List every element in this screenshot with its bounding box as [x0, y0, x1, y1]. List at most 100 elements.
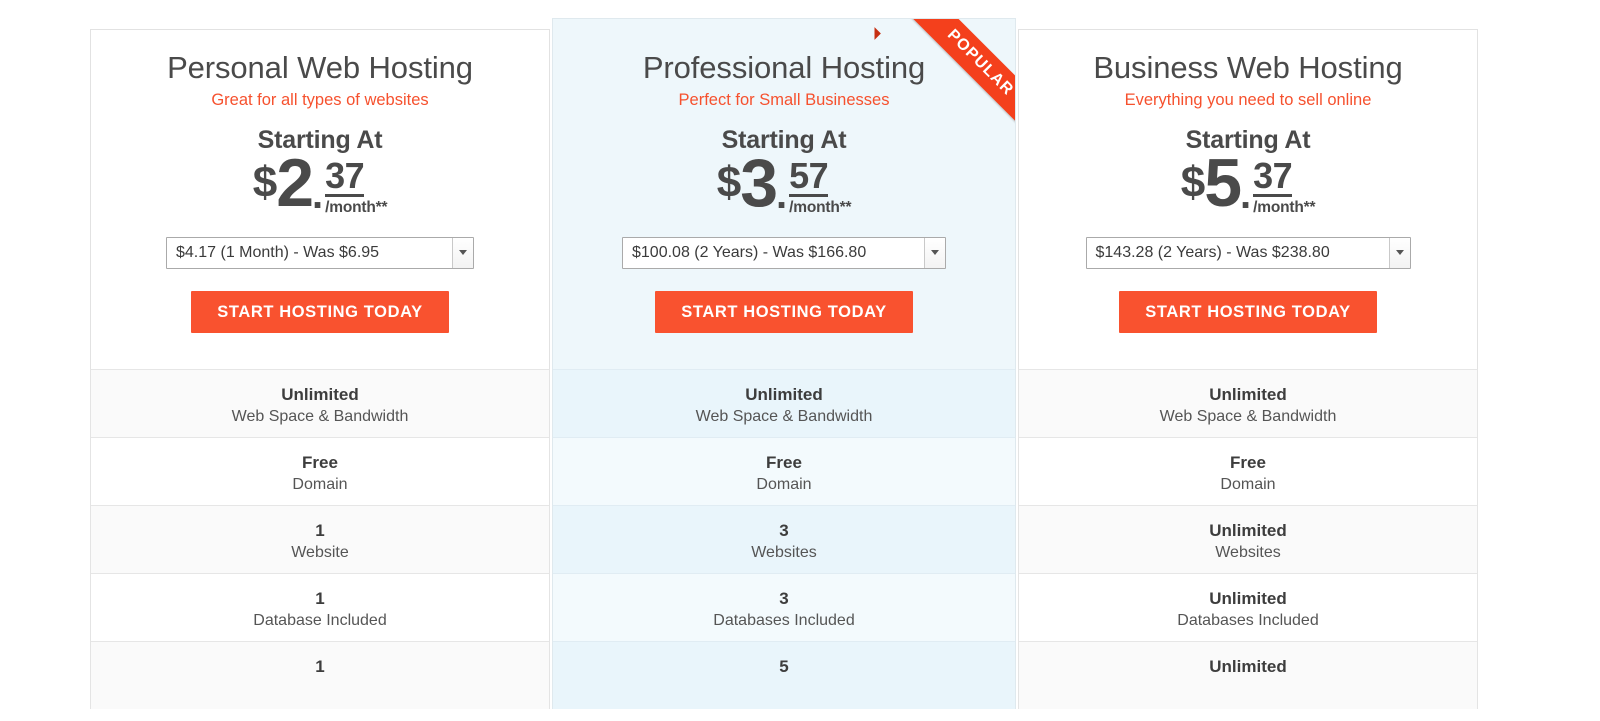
plan-title: Business Web Hosting: [1093, 50, 1403, 85]
pricing-table: Personal Web Hosting Great for all types…: [90, 18, 1478, 709]
feature-list-business: Unlimited Web Space & Bandwidth Free Dom…: [1018, 368, 1478, 709]
price-period: /month**: [1253, 198, 1316, 216]
feature-row: 3 Websites: [553, 504, 1015, 573]
start-hosting-button-professional[interactable]: START HOSTING TODAY: [655, 290, 913, 333]
price-decimal-point: .: [312, 172, 324, 217]
feature-row: Unlimited Web Space & Bandwidth: [553, 368, 1015, 437]
feature-value: Unlimited: [1209, 384, 1287, 404]
plan-header-professional: POPULAR Professional Hosting Perfect for…: [552, 18, 1016, 369]
feature-row: 1 Database Included: [91, 572, 549, 641]
feature-label: Web Space & Bandwidth: [1159, 408, 1337, 426]
feature-value: Free: [1230, 452, 1266, 472]
price-display: $ 5 . 37 /month**: [1180, 144, 1316, 221]
feature-row: Unlimited Websites: [1019, 504, 1477, 573]
feature-row: Free Domain: [91, 436, 549, 505]
cta-wrapper: START HOSTING TODAY: [1035, 290, 1461, 333]
plan-card-business: Business Web Hosting Everything you need…: [1018, 29, 1478, 709]
term-select-value: $143.28 (2 Years) - Was $238.80: [1095, 243, 1330, 261]
chevron-down-icon[interactable]: [452, 237, 473, 268]
feature-value: 3: [779, 588, 789, 608]
cta-wrapper: START HOSTING TODAY: [569, 290, 999, 333]
feature-value: 1: [315, 520, 325, 540]
feature-label: Database Included: [253, 612, 387, 630]
plan-title: Personal Web Hosting: [167, 50, 473, 85]
start-hosting-button-personal[interactable]: START HOSTING TODAY: [191, 290, 449, 333]
feature-label: Databases Included: [1177, 612, 1319, 630]
price-cents-group: 37 /month**: [1253, 154, 1316, 216]
feature-label: Web Space & Bandwidth: [231, 408, 409, 426]
price-cents: 57: [789, 154, 829, 197]
price-dollars: 5: [1204, 144, 1242, 221]
price-currency: $: [716, 157, 742, 207]
starting-at-label: Starting At: [1185, 125, 1311, 154]
price-cents: 37: [325, 154, 365, 197]
feature-value: Free: [302, 452, 338, 472]
price-decimal-point: .: [776, 172, 788, 217]
term-select-personal[interactable]: $4.17 (1 Month) - Was $6.95: [166, 236, 474, 269]
price-period: /month**: [325, 198, 388, 216]
price-dollars: 3: [740, 144, 778, 221]
feature-label: Domain: [756, 476, 812, 494]
feature-value: Unlimited: [1209, 520, 1287, 540]
price-display: $ 3 . 57 /month**: [716, 144, 852, 221]
price-period: /month**: [789, 198, 852, 216]
plan-title: Professional Hosting: [642, 50, 926, 85]
term-select-business[interactable]: $143.28 (2 Years) - Was $238.80: [1085, 236, 1411, 269]
feature-value: Unlimited: [1209, 656, 1287, 676]
feature-row: Unlimited: [1019, 640, 1477, 709]
price-dollars: 2: [276, 144, 314, 221]
price-decimal-point: .: [1240, 172, 1252, 217]
feature-row: Unlimited Web Space & Bandwidth: [91, 368, 549, 437]
plan-header-personal: Personal Web Hosting Great for all types…: [90, 29, 550, 369]
feature-row: 3 Databases Included: [553, 572, 1015, 641]
feature-row: Free Domain: [1019, 436, 1477, 505]
pricing-page: Personal Web Hosting Great for all types…: [0, 0, 1600, 721]
starting-at-label: Starting At: [257, 125, 383, 154]
term-select-value: $4.17 (1 Month) - Was $6.95: [176, 243, 380, 261]
feature-value: Unlimited: [281, 384, 359, 404]
feature-value: Free: [766, 452, 802, 472]
feature-label: Domain: [1220, 476, 1276, 494]
feature-list-personal: Unlimited Web Space & Bandwidth Free Dom…: [90, 368, 550, 709]
feature-list-professional: Unlimited Web Space & Bandwidth Free Dom…: [552, 368, 1016, 709]
feature-row: Unlimited Databases Included: [1019, 572, 1477, 641]
price-currency: $: [1180, 157, 1206, 207]
feature-label: Web Space & Bandwidth: [695, 408, 873, 426]
ribbon-notch: [868, 27, 881, 40]
term-select-wrapper: $4.17 (1 Month) - Was $6.95: [107, 236, 533, 269]
feature-value: 5: [779, 656, 789, 676]
feature-value: Unlimited: [745, 384, 823, 404]
price-cents-group: 57 /month**: [789, 154, 852, 216]
term-select-value: $100.08 (2 Years) - Was $166.80: [632, 243, 867, 261]
feature-value: 1: [315, 656, 325, 676]
feature-value: 1: [315, 588, 325, 608]
chevron-down-icon[interactable]: [1388, 237, 1410, 268]
feature-row: 5: [553, 640, 1015, 709]
term-select-wrapper: $143.28 (2 Years) - Was $238.80: [1035, 236, 1461, 269]
plan-card-personal: Personal Web Hosting Great for all types…: [90, 29, 550, 709]
feature-label: Website: [291, 544, 349, 562]
plan-subtitle: Everything you need to sell online: [1124, 90, 1372, 109]
plan-header-business: Business Web Hosting Everything you need…: [1018, 29, 1478, 369]
feature-row: 1 Website: [91, 504, 549, 573]
feature-row: 1: [91, 640, 549, 709]
price-cents: 37: [1253, 154, 1293, 197]
chevron-down-icon[interactable]: [924, 237, 945, 268]
price-display: $ 2 . 37 /month**: [252, 144, 388, 221]
feature-value: 3: [779, 520, 789, 540]
feature-value: Unlimited: [1209, 588, 1287, 608]
plan-subtitle: Great for all types of websites: [211, 90, 429, 109]
feature-label: Websites: [1215, 544, 1281, 562]
feature-row: Unlimited Web Space & Bandwidth: [1019, 368, 1477, 437]
feature-label: Websites: [751, 544, 817, 562]
start-hosting-button-business[interactable]: START HOSTING TODAY: [1119, 290, 1377, 333]
cta-wrapper: START HOSTING TODAY: [107, 290, 533, 333]
starting-at-label: Starting At: [721, 125, 847, 154]
price-cents-group: 37 /month**: [325, 154, 388, 216]
feature-label: Databases Included: [713, 612, 855, 630]
plan-card-professional: POPULAR Professional Hosting Perfect for…: [552, 18, 1016, 709]
price-currency: $: [252, 157, 278, 207]
term-select-wrapper: $100.08 (2 Years) - Was $166.80: [569, 236, 999, 269]
term-select-professional[interactable]: $100.08 (2 Years) - Was $166.80: [622, 236, 946, 269]
plan-subtitle: Perfect for Small Businesses: [678, 90, 890, 109]
